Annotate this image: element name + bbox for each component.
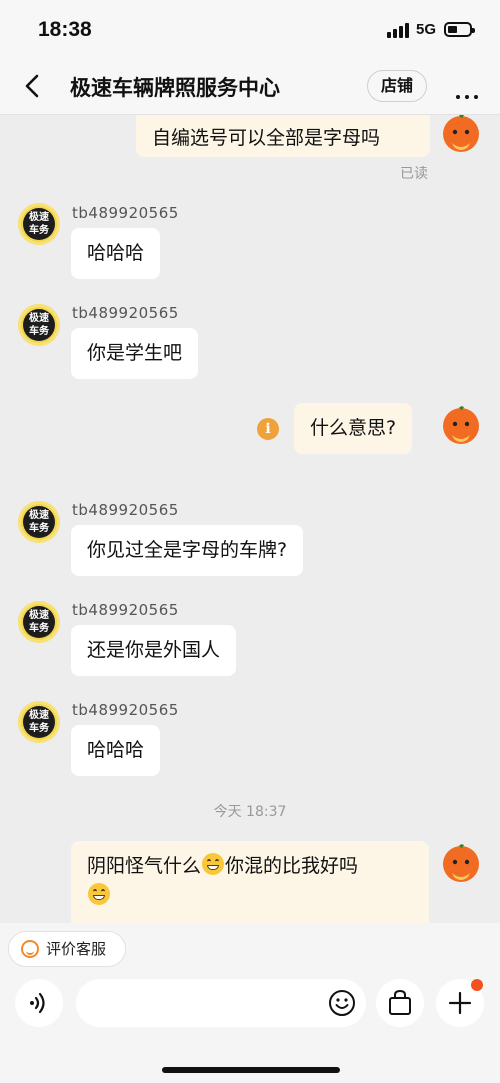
my-avatar[interactable] (440, 843, 482, 885)
grin-emoji-icon (202, 853, 225, 875)
sender-name: tb489920565 (72, 501, 179, 519)
sender-name: tb489920565 (72, 601, 179, 619)
message-bubble-shop[interactable]: 还是你是外国人 (71, 625, 237, 676)
message-text: 哈哈哈 (87, 242, 145, 264)
shop-avatar[interactable]: 极速 车务 (18, 501, 60, 543)
sender-name: tb489920565 (72, 701, 179, 719)
message-text-part: 你混的比我好吗 (225, 855, 359, 877)
message-text: 自编选号可以全部是字母吗 (152, 127, 381, 149)
status-time: 18:38 (38, 18, 92, 41)
shop-avatar[interactable]: 极速 车务 (18, 701, 60, 743)
emoji-icon (329, 990, 355, 1016)
message-text: 还是你是外国人 (87, 639, 221, 661)
message-bubble-shop[interactable]: 哈哈哈 (71, 228, 161, 279)
more-dots-icon[interactable] (456, 84, 483, 103)
info-icon[interactable]: i (257, 418, 279, 440)
chat-timestamp: 今天 18:37 (213, 804, 287, 820)
battery-icon (444, 22, 475, 37)
page-title: 极速车辆牌照服务中心 (70, 76, 280, 100)
rate-service-label: 评价客服 (46, 940, 107, 958)
message-text: 哈哈哈 (87, 739, 145, 761)
shopping-bag-button[interactable] (376, 979, 424, 1027)
my-avatar[interactable] (440, 115, 482, 155)
chat-area[interactable]: 自编选号可以全部是字母吗 已读 极速 车务 tb489920565 哈哈哈 极速车… (0, 115, 500, 923)
rate-service-button[interactable]: 评价客服 (8, 931, 126, 967)
shopping-bag-icon (389, 989, 411, 1015)
message-bubble-shop[interactable]: 哈哈哈 (71, 725, 161, 776)
sender-name: tb489920565 (72, 204, 179, 222)
grin-emoji-icon (88, 883, 110, 905)
notification-badge (471, 979, 483, 991)
message-bubble-shop[interactable]: 你是学生吧 (71, 328, 199, 379)
message-bubble-mine[interactable]: 阴阳怪气什么 你混的比我好吗 (71, 841, 429, 923)
shop-avatar[interactable]: 极速 车务 (18, 203, 60, 245)
message-text: 什么意思? (310, 417, 397, 439)
home-indicator (162, 1067, 340, 1073)
message-text: 你见过全是字母的车牌? (87, 539, 288, 561)
message-input[interactable] (76, 979, 366, 1027)
message-bubble-mine[interactable]: 什么意思? (294, 403, 413, 454)
signal-icon (387, 22, 411, 38)
read-status: 已读 (400, 166, 428, 182)
message-text-part: 阴阳怪气什么 (87, 855, 202, 877)
voice-icon (30, 992, 45, 1014)
status-bar: 18:38 5G (0, 0, 500, 60)
shop-avatar[interactable]: 极速 车务 (18, 304, 60, 346)
shop-button[interactable]: 店铺 (367, 70, 427, 102)
smile-rate-icon (21, 940, 39, 958)
shop-avatar[interactable]: 极速 车务 (18, 601, 60, 643)
nav-bar: 极速车辆牌照服务中心 店铺 (0, 60, 500, 115)
network-type: 5G (416, 21, 437, 38)
voice-button[interactable] (15, 979, 63, 1027)
message-bubble-shop[interactable]: 你见过全是字母的车牌? (71, 525, 304, 576)
message-bubble-mine[interactable]: 自编选号可以全部是字母吗 (136, 115, 430, 157)
my-avatar[interactable] (440, 405, 482, 447)
bottom-bar: 评价客服 (0, 923, 500, 1083)
sender-name: tb489920565 (72, 304, 179, 322)
back-arrow-icon[interactable] (20, 72, 46, 100)
message-text: 你是学生吧 (87, 342, 183, 364)
